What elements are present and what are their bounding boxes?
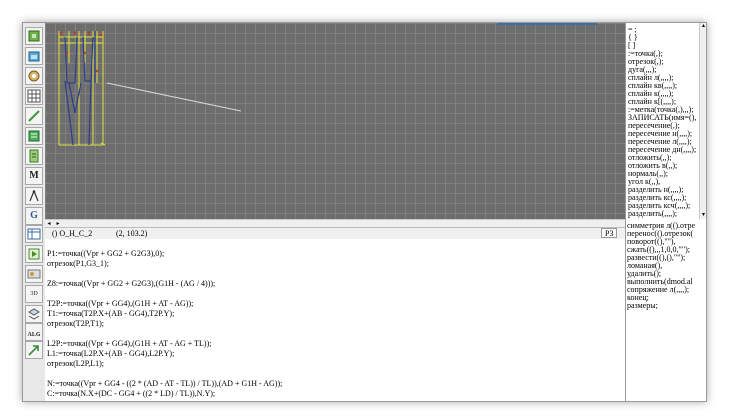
- settings-button[interactable]: [25, 67, 43, 85]
- command-list[interactable]: = ; { } [ ] :=точка(,); отрезок(,); дуга…: [625, 23, 706, 219]
- new-figure-icon: [28, 30, 40, 42]
- grid-icon: [27, 89, 41, 103]
- document-icon: [29, 149, 39, 163]
- left-toolbar: M G 3D ALG: [23, 23, 46, 401]
- figures-button[interactable]: [25, 265, 43, 283]
- view-3d-button[interactable]: 3D: [25, 285, 43, 303]
- guide-line: [106, 82, 242, 112]
- code-line: P1:=точка((Vpr + GG2 + G2G3),0);: [47, 249, 165, 258]
- open-icon: [28, 51, 40, 62]
- scroll-up-icon[interactable]: ▴: [700, 23, 706, 30]
- measure-button[interactable]: [25, 187, 43, 205]
- app-window: M G 3D ALG ◂ ▸ () O_H_C_2 (2, 103.2) Р3 …: [22, 22, 707, 402]
- document-button[interactable]: [25, 147, 43, 165]
- code-line: Z8:=точка((Vpr + GG2 + G2G3),(G1H - (AG …: [47, 279, 216, 288]
- tab-p3[interactable]: Р3: [601, 228, 618, 238]
- grid-button[interactable]: [25, 87, 43, 105]
- page-margin: [0, 0, 731, 18]
- macro-g-button[interactable]: G: [25, 207, 43, 225]
- list-item[interactable]: размеры;: [627, 302, 658, 310]
- figure-name: () O_H_C_2: [52, 229, 93, 238]
- line-tool-button[interactable]: [25, 107, 43, 125]
- book-icon: [28, 130, 40, 142]
- list-item[interactable]: разделить(,,,,);: [628, 210, 677, 218]
- pattern-drawing: [58, 31, 242, 146]
- book-button[interactable]: [25, 127, 43, 145]
- gear-icon: [28, 70, 40, 82]
- code-line: L2P:=точка((Vpr + GG4),(G1H + AT - AG + …: [47, 339, 212, 348]
- arrow-icon: [28, 345, 39, 356]
- figures-icon: [27, 269, 41, 279]
- m-label: M: [29, 170, 39, 181]
- three-d-label: 3D: [30, 291, 38, 297]
- code-line: C:=точка(N.X+(DC - GG4 + ((2 * LD) / TL)…: [47, 389, 216, 398]
- code-line: T1:=точка(T2P.X+(AB - GG4),T2P.Y);: [47, 309, 175, 318]
- table-button[interactable]: [25, 225, 43, 243]
- run-button[interactable]: [25, 245, 43, 263]
- open-figure-button[interactable]: [25, 47, 43, 65]
- table-icon: [27, 228, 41, 240]
- run-icon: [28, 248, 40, 260]
- arrow-tool-button[interactable]: [25, 341, 43, 359]
- compass-icon: [29, 190, 39, 202]
- macro-m-button[interactable]: M: [25, 167, 43, 185]
- new-figure-button[interactable]: [25, 27, 43, 45]
- command-list-scrollbar[interactable]: ▴ ▾: [699, 23, 706, 219]
- alg-label: ALG: [27, 332, 41, 338]
- code-line: L1:=точка(L2P.X+(AB - GG4),L2P.Y);: [47, 349, 175, 358]
- code-line: отрезок(T2P,T1);: [47, 319, 105, 328]
- code-editor[interactable]: P1:=точка((Vpr + GG2 + G2G3),0); отрезок…: [45, 239, 625, 401]
- code-line: отрезок(L2P,L1);: [47, 359, 105, 368]
- layers-button[interactable]: [25, 305, 43, 323]
- cursor-coordinates: (2, 103.2): [116, 229, 148, 238]
- code-line: отрезок(P1,G3_1);: [47, 259, 109, 268]
- line-tool-icon: [28, 110, 40, 122]
- code-line: T2P:=точка((Vpr + GG4),(G1H + AT - AG));: [47, 299, 194, 308]
- drawing-canvas[interactable]: [45, 23, 625, 219]
- command-panel-lower[interactable]: симметрия л(().отре перенос(().отрезок( …: [625, 219, 706, 401]
- algorithm-button[interactable]: ALG: [25, 323, 43, 341]
- code-line: N:=точка((Vpr + GG4 - ((2 * (AD - AT - T…: [47, 379, 283, 388]
- scroll-down-icon[interactable]: ▾: [700, 212, 706, 219]
- layers-icon: [28, 308, 40, 320]
- g-label: G: [30, 210, 38, 221]
